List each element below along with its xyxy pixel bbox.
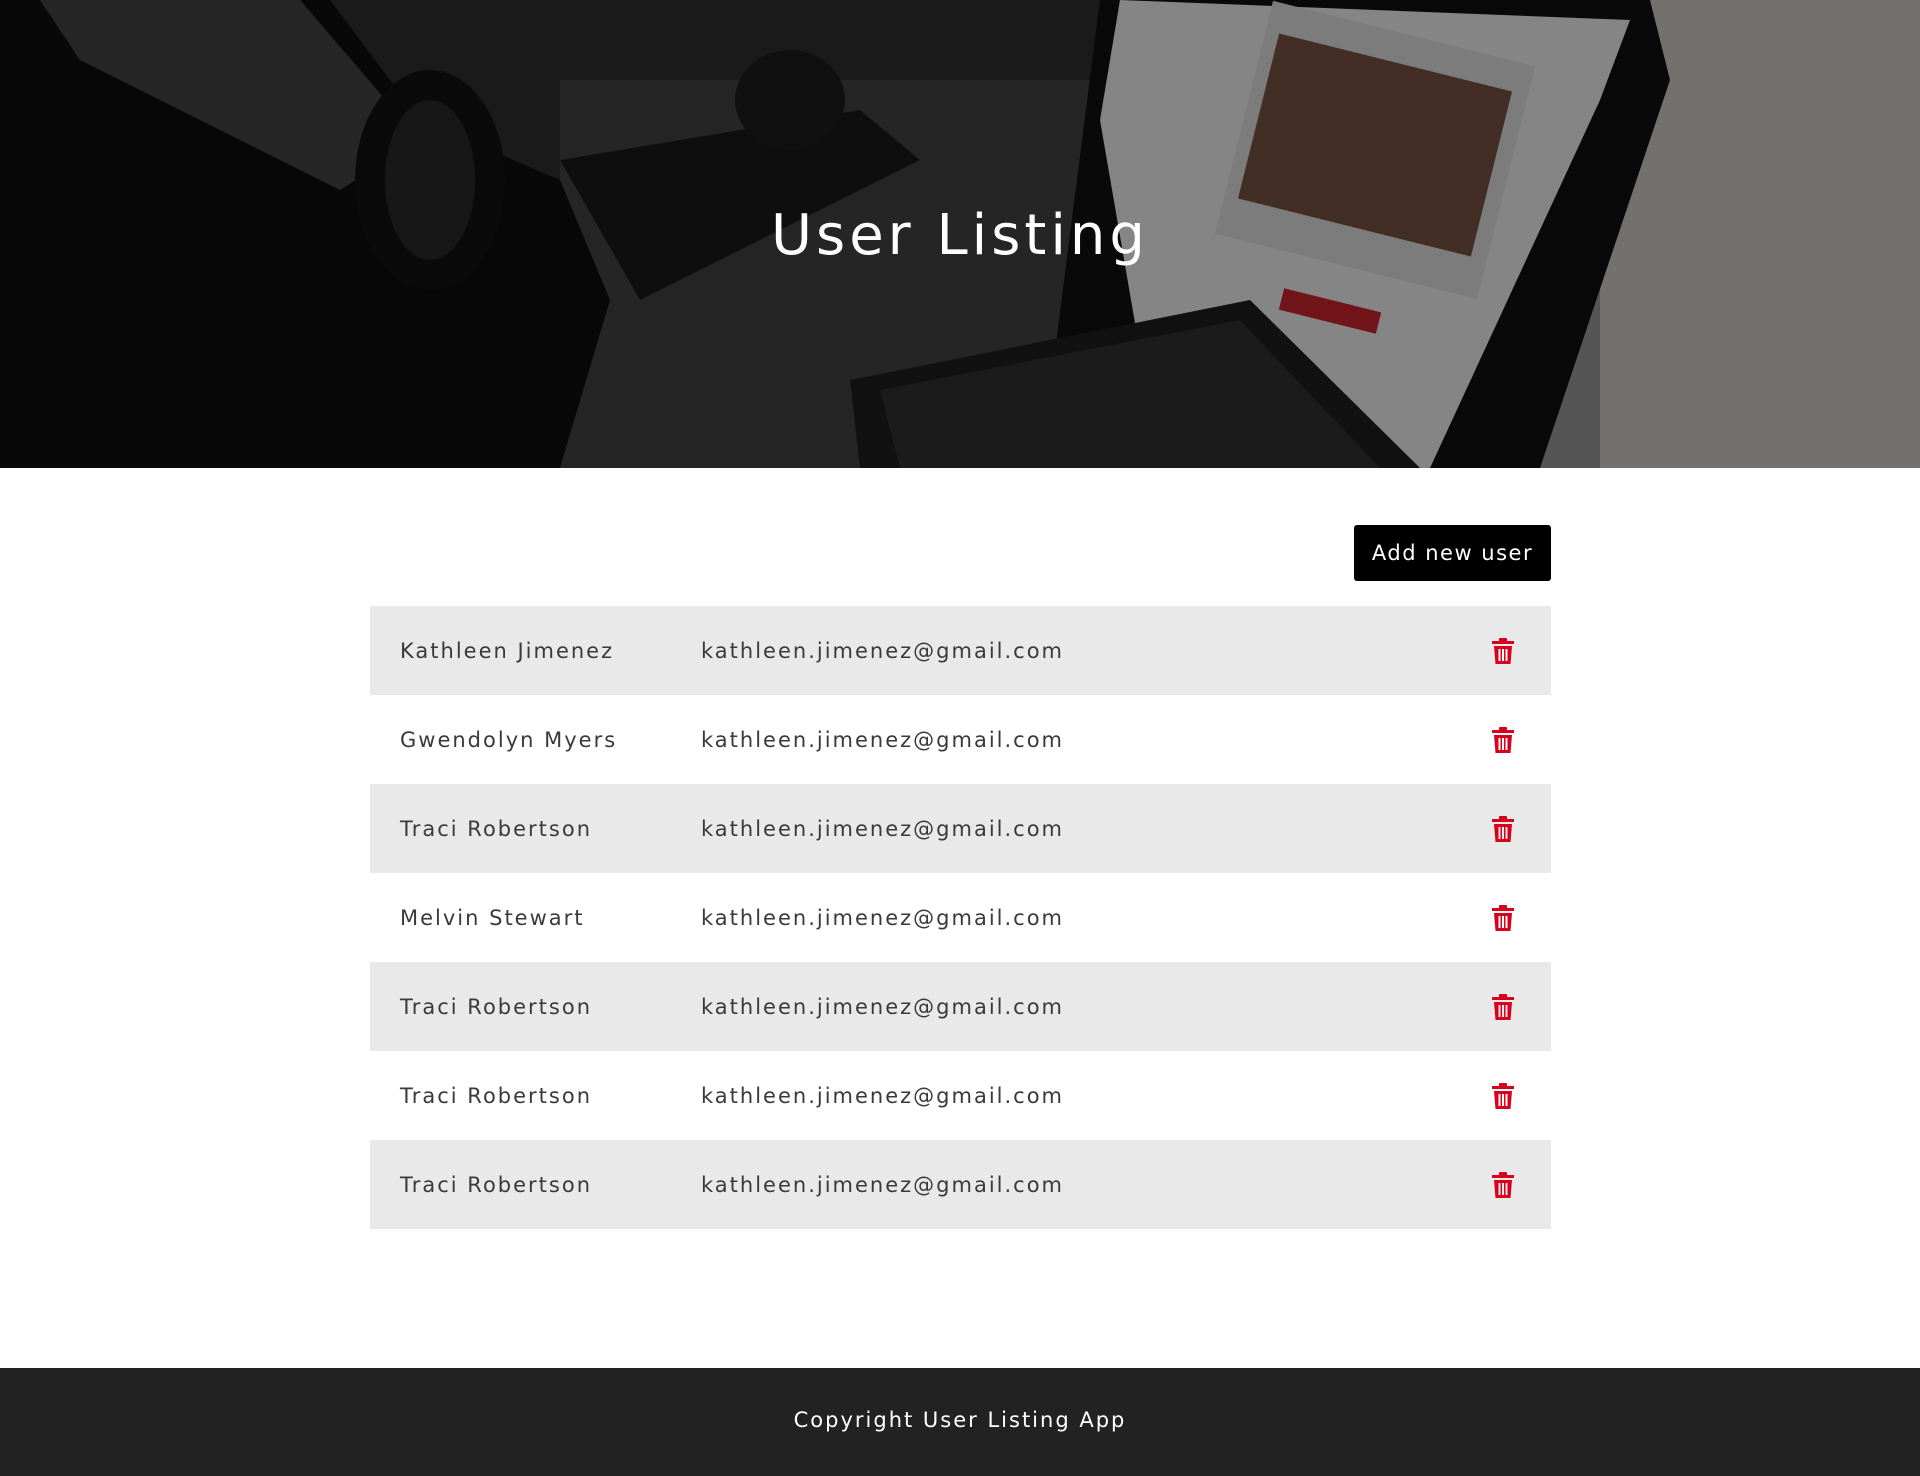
user-listing-section: Add new user Kathleen Jimenez kathleen.j… <box>370 468 1551 1229</box>
user-name: Kathleen Jimenez <box>400 638 615 663</box>
user-name: Traci Robertson <box>400 994 593 1019</box>
user-row: Traci Robertson kathleen.jimenez@gmail.c… <box>370 962 1551 1051</box>
user-row: Traci Robertson kathleen.jimenez@gmail.c… <box>370 1051 1551 1140</box>
user-list: Kathleen Jimenez kathleen.jimenez@gmail.… <box>370 606 1551 1229</box>
add-user-button[interactable]: Add new user <box>1354 525 1551 581</box>
user-email: kathleen.jimenez@gmail.com <box>701 994 1065 1019</box>
user-name: Traci Robertson <box>400 816 593 841</box>
footer: Copyright User Listing App <box>0 1368 1920 1476</box>
trash-icon[interactable] <box>1491 905 1515 931</box>
user-email: kathleen.jimenez@gmail.com <box>701 1083 1065 1108</box>
trash-icon[interactable] <box>1491 994 1515 1020</box>
trash-icon[interactable] <box>1491 638 1515 664</box>
user-name: Gwendolyn Myers <box>400 727 618 752</box>
user-row: Gwendolyn Myers kathleen.jimenez@gmail.c… <box>370 695 1551 784</box>
user-email: kathleen.jimenez@gmail.com <box>701 1172 1065 1197</box>
trash-icon[interactable] <box>1491 1083 1515 1109</box>
user-email: kathleen.jimenez@gmail.com <box>701 816 1065 841</box>
user-name: Traci Robertson <box>400 1083 593 1108</box>
page-title: User Listing <box>771 203 1149 268</box>
user-email: kathleen.jimenez@gmail.com <box>701 638 1065 663</box>
trash-icon[interactable] <box>1491 816 1515 842</box>
user-row: Kathleen Jimenez kathleen.jimenez@gmail.… <box>370 606 1551 695</box>
user-name: Melvin Stewart <box>400 905 585 930</box>
toolbar: Add new user <box>370 468 1551 606</box>
user-name: Traci Robertson <box>400 1172 593 1197</box>
user-row: Traci Robertson kathleen.jimenez@gmail.c… <box>370 1140 1551 1229</box>
hero-banner: User Listing <box>0 0 1920 468</box>
user-email: kathleen.jimenez@gmail.com <box>701 727 1065 752</box>
user-row: Melvin Stewart kathleen.jimenez@gmail.co… <box>370 873 1551 962</box>
trash-icon[interactable] <box>1491 727 1515 753</box>
footer-copyright: Copyright User Listing App <box>793 1408 1127 1432</box>
trash-icon[interactable] <box>1491 1172 1515 1198</box>
user-row: Traci Robertson kathleen.jimenez@gmail.c… <box>370 784 1551 873</box>
user-email: kathleen.jimenez@gmail.com <box>701 905 1065 930</box>
